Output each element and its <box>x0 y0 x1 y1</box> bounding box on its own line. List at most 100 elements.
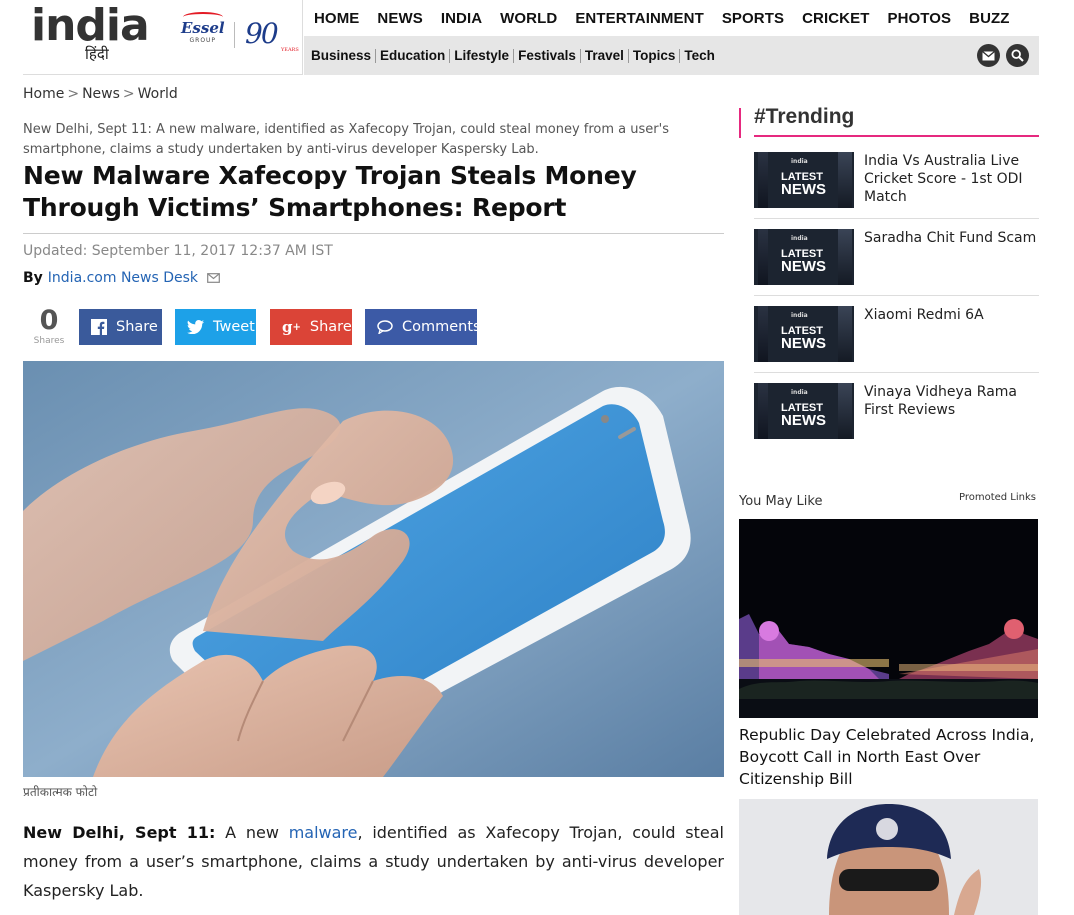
twitter-share-label: Tweet <box>213 319 255 335</box>
nav-photos[interactable]: PHOTOS <box>878 10 960 27</box>
trending-item[interactable]: india LATEST NEWS Xiaomi Redmi 6A <box>754 306 1039 376</box>
trending-divider <box>754 135 1039 137</box>
smartphone-photo <box>23 361 724 777</box>
search-icon <box>1011 49 1024 62</box>
body-dateline: New Delhi, Sept 11: <box>23 823 216 842</box>
main-nav: HOME NEWS INDIA WORLD ENTERTAINMENT SPOR… <box>304 0 1039 36</box>
trending-title: #Trending <box>754 105 855 128</box>
thumb-logo: india <box>791 389 808 396</box>
article-body-paragraph: New Delhi, Sept 11: A new malware, ident… <box>23 818 724 905</box>
anniversary-logo: 90 YEARS <box>245 17 299 54</box>
thumb-streak <box>838 306 852 362</box>
image-caption: प्रतीकात्मक फोटो <box>23 785 98 799</box>
gplus-share-button[interactable]: g + Share <box>270 309 352 345</box>
trending-item-title[interactable]: Xiaomi Redmi 6A <box>864 306 984 376</box>
by-label: By <box>23 270 43 286</box>
trending-item[interactable]: india LATEST NEWS India Vs Australia Liv… <box>754 152 1039 222</box>
essel-group-label: GROUP <box>189 37 217 44</box>
comments-button[interactable]: Comments <box>365 309 481 345</box>
subnav-tech[interactable]: Tech <box>679 48 719 63</box>
promoted-article-title[interactable]: Republic Day Celebrated Across India, Bo… <box>739 724 1039 790</box>
anniversary-number: 90 <box>245 17 279 50</box>
trending-item-title[interactable]: Saradha Chit Fund Scam <box>864 229 1036 299</box>
promoted-image-republic-day[interactable] <box>739 519 1038 718</box>
trending-item[interactable]: india LATEST NEWS Saradha Chit Fund Scam <box>754 229 1039 299</box>
subnav-business[interactable]: Business <box>304 48 375 63</box>
logo-divider <box>234 22 235 48</box>
headline-divider <box>23 233 724 234</box>
trending-accent-bar <box>739 108 741 138</box>
nav-news[interactable]: NEWS <box>368 10 431 27</box>
latest-news-thumbnail: india LATEST NEWS <box>754 383 854 439</box>
thumb-news: NEWS <box>781 412 826 429</box>
nav-world[interactable]: WORLD <box>491 10 566 27</box>
subnav-lifestyle[interactable]: Lifestyle <box>449 48 513 63</box>
share-count-label: Shares <box>33 336 65 346</box>
updated-timestamp: Updated: September 11, 2017 12:37 AM IST <box>23 243 333 259</box>
thumb-logo: india <box>791 312 808 319</box>
thumb-streak <box>758 229 768 285</box>
nav-home[interactable]: HOME <box>304 10 368 27</box>
thumb-streak <box>838 383 852 439</box>
latest-news-thumbnail: india LATEST NEWS <box>754 229 854 285</box>
latest-news-thumbnail: india LATEST NEWS <box>754 152 854 208</box>
thumb-streak <box>758 383 768 439</box>
search-button[interactable] <box>1006 44 1029 67</box>
breadcrumb-separator: > <box>122 86 135 102</box>
cricketer-photo <box>739 799 1038 915</box>
facebook-icon <box>91 319 107 335</box>
gplus-share-label: Share <box>309 319 352 335</box>
nav-cricket[interactable]: CRICKET <box>793 10 878 27</box>
promoted-links-label[interactable]: Promoted Links <box>959 492 1036 503</box>
thumb-streak <box>838 229 852 285</box>
subnav-education[interactable]: Education <box>375 48 449 63</box>
thumb-logo: india <box>791 158 808 165</box>
mail-button[interactable] <box>977 44 1000 67</box>
promoted-image-cricketer[interactable] <box>739 799 1038 915</box>
thumb-streak <box>758 152 768 208</box>
share-count: 0 Shares <box>31 305 67 347</box>
trending-divider <box>754 218 1039 219</box>
night-building-photo <box>739 519 1038 718</box>
logo-area[interactable]: india हिंदी Essel GROUP 90 YEARS <box>23 0 303 75</box>
twitter-share-button[interactable]: Tweet <box>175 309 256 345</box>
byline: By India.com News Desk <box>23 270 220 286</box>
facebook-share-label: Share <box>116 319 158 335</box>
facebook-share-button[interactable]: Share <box>79 309 162 345</box>
nav-sports[interactable]: SPORTS <box>713 10 793 27</box>
latest-news-thumbnail: india LATEST NEWS <box>754 306 854 362</box>
thumb-news: NEWS <box>781 335 826 352</box>
breadcrumb: Home > News > World <box>23 86 178 102</box>
share-count-number: 0 <box>39 305 59 336</box>
breadcrumb-separator: > <box>67 86 80 102</box>
nav-india[interactable]: INDIA <box>432 10 491 27</box>
logo-subtitle: हिंदी <box>85 45 109 63</box>
body-text-pre: A new <box>215 823 289 842</box>
thumb-streak <box>758 306 768 362</box>
email-author-icon[interactable] <box>207 273 220 283</box>
nav-entertainment[interactable]: ENTERTAINMENT <box>566 10 713 27</box>
trending-divider <box>754 295 1039 296</box>
subnav-festivals[interactable]: Festivals <box>513 48 580 63</box>
author-link[interactable]: India.com News Desk <box>48 270 198 286</box>
subnav-topics[interactable]: Topics <box>627 48 680 63</box>
you-may-like-heading: You May Like <box>739 494 823 509</box>
trending-item[interactable]: india LATEST NEWS Vinaya Vidheya Rama Fi… <box>754 383 1039 453</box>
trending-divider <box>754 372 1039 373</box>
comment-bubble-icon <box>377 320 393 334</box>
article-headline: New Malware Xafecopy Trojan Steals Money… <box>23 161 637 222</box>
article-hero-image <box>23 361 724 777</box>
essel-swoosh <box>183 12 223 22</box>
article-summary: New Delhi, Sept 11: A new malware, ident… <box>23 122 669 157</box>
breadcrumb-world[interactable]: World <box>138 86 178 102</box>
malware-link[interactable]: malware <box>289 823 358 842</box>
google-plus-icon: g + <box>282 318 301 336</box>
breadcrumb-news[interactable]: News <box>82 86 120 102</box>
trending-item-title[interactable]: India Vs Australia Live Cricket Score - … <box>864 152 1039 222</box>
essel-logo: Essel GROUP <box>181 12 225 44</box>
thumb-news: NEWS <box>781 258 826 275</box>
breadcrumb-home[interactable]: Home <box>23 86 64 102</box>
subnav-travel[interactable]: Travel <box>579 48 628 63</box>
nav-buzz[interactable]: BUZZ <box>960 10 1018 27</box>
trending-item-title[interactable]: Vinaya Vidheya Rama First Reviews <box>864 383 1039 453</box>
